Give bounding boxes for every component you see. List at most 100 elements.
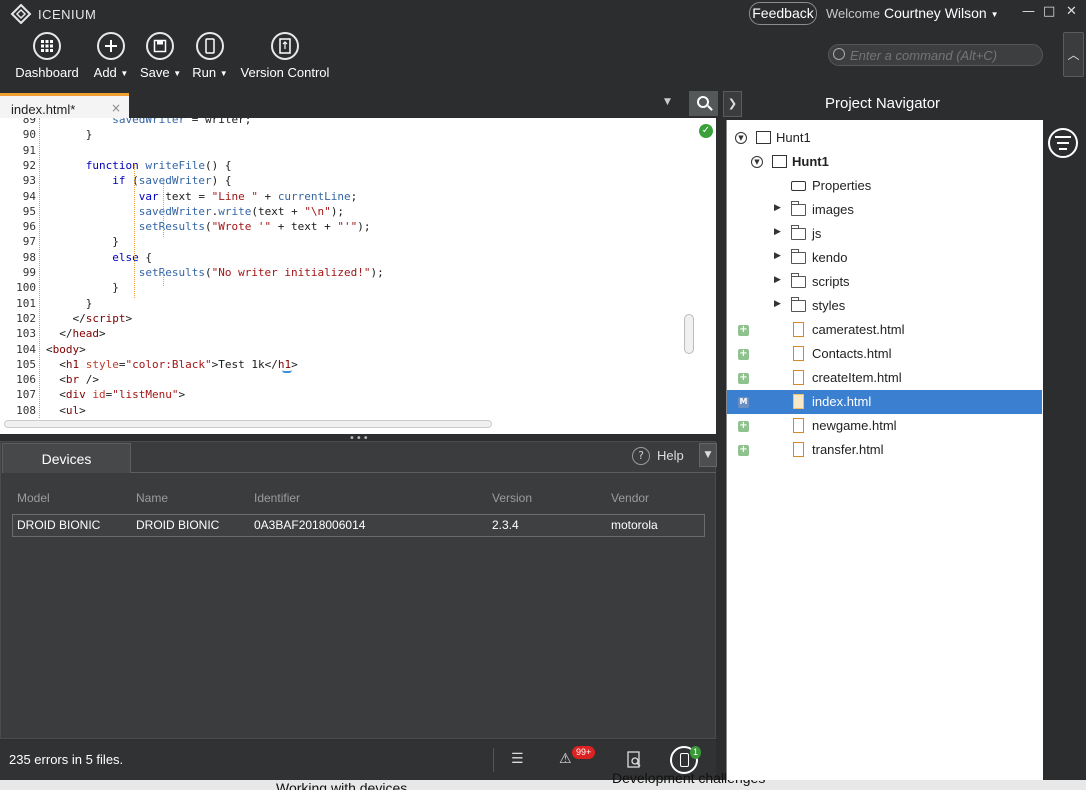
code-line: 102 </script> [0, 311, 690, 326]
add-button[interactable]: Add ▼ [92, 32, 130, 80]
expand-arrow-icon[interactable]: ▶ [774, 203, 781, 213]
code-line: 107 <div id="listMenu"> [0, 387, 690, 402]
add-label: Add [93, 65, 117, 80]
added-status-icon: + [738, 420, 749, 432]
panel-options-chevron-icon[interactable]: ▼ [699, 443, 717, 467]
tree-item-transfer-html[interactable]: + transfer.html [727, 438, 1042, 462]
folder-icon [791, 249, 806, 264]
cursor-marker [282, 370, 292, 373]
version-control-button[interactable]: Version Control [238, 32, 332, 80]
expand-arrow-icon[interactable]: ▶ [774, 275, 781, 285]
error-summary: 235 errors in 5 files. [9, 752, 124, 767]
code-line: 96 setResults("Wrote '" + text + "'"); [0, 219, 690, 234]
collapse-toolbar-button[interactable]: ︿ [1063, 32, 1084, 77]
tree-item-kendo[interactable]: ▶ kendo [727, 246, 1042, 270]
warning-icon[interactable]: ⚠ [559, 751, 572, 767]
code-text: var text = "Line " + currentLine; [138, 189, 358, 203]
code-line: 94 var text = "Line " + currentLine; [0, 189, 690, 204]
collapse-icon[interactable]: ▼ [751, 156, 763, 168]
editor-vertical-scrollbar[interactable] [684, 314, 694, 354]
code-line: 90 } [0, 127, 690, 142]
tree-item-label: index.html [812, 394, 872, 409]
close-window-button[interactable]: ✕ [1066, 4, 1077, 19]
tree-item-images[interactable]: ▶ images [727, 198, 1042, 222]
tree-item-hunt1[interactable]: ▼ Hunt1 [727, 150, 1042, 174]
tree-item-contacts-html[interactable]: + Contacts.html [727, 342, 1042, 366]
column-header-model[interactable]: Model [17, 491, 50, 505]
code-editor[interactable]: 89 savedWriter = writer; 90 } 91 92 functio… [0, 118, 716, 434]
feedback-button[interactable]: Feedback [749, 2, 817, 25]
tab-devices[interactable]: Devices [2, 443, 131, 473]
column-header-vendor[interactable]: Vendor [611, 491, 649, 505]
tree-item-label: cameratest.html [812, 322, 905, 337]
code-line: 106 <br /> [0, 372, 690, 387]
added-status-icon: + [738, 372, 749, 384]
dashboard-button[interactable]: Dashboard [14, 32, 80, 80]
added-status-icon: + [738, 444, 749, 456]
tree-item-label: styles [812, 298, 846, 313]
code-text: setResults("Wrote '" + text + "'"); [138, 220, 371, 234]
column-header-name[interactable]: Name [136, 491, 168, 505]
added-status-icon: + [738, 324, 749, 336]
app-title: ICENIUM [38, 6, 97, 22]
tree-item-properties[interactable]: Properties [727, 174, 1042, 198]
tree-item-hunt1[interactable]: ▼ Hunt1 [727, 126, 1042, 150]
line-number: 92 [22, 158, 36, 172]
editor-horizontal-scrollbar[interactable] [4, 420, 492, 428]
code-text: else { [112, 250, 152, 264]
code-line: 103 </head> [0, 326, 690, 341]
tree-item-createitem-html[interactable]: + createItem.html [727, 366, 1042, 390]
device-name: DROID BIONIC [136, 518, 220, 532]
chevron-down-icon: ▼ [120, 69, 129, 78]
editor-search-button[interactable] [689, 91, 718, 116]
line-number: 99 [22, 266, 36, 279]
code-text: <div id="listMenu"> [46, 388, 186, 402]
tab-label: index.html* [11, 102, 76, 117]
column-header-version[interactable]: Version [492, 491, 532, 505]
command-input[interactable] [828, 44, 1043, 66]
tree-item-label: scripts [812, 274, 850, 289]
modified-status-icon: M [738, 397, 749, 408]
dashboard-icon [33, 32, 61, 60]
close-tab-icon[interactable]: × [111, 101, 121, 115]
tree-item-label: createItem.html [812, 370, 902, 385]
tree-item-index-html[interactable]: Mindex.html [727, 390, 1042, 414]
dashboard-label: Dashboard [15, 65, 79, 80]
collapse-navigator-button[interactable]: ❯ [723, 91, 742, 117]
run-button[interactable]: Run ▼ [191, 32, 229, 80]
tab-index-html[interactable]: index.html* × [0, 93, 129, 120]
collapse-icon[interactable]: ▼ [735, 132, 747, 144]
column-header-identifier[interactable]: Identifier [254, 491, 300, 505]
tree-item-label: Properties [812, 178, 872, 193]
document-search-icon[interactable] [627, 751, 643, 769]
code-text: function writeFile() { [85, 158, 232, 172]
tree-item-styles[interactable]: ▶ styles [727, 294, 1042, 318]
save-button[interactable]: Save ▼ [140, 32, 181, 80]
tree-item-label: newgame.html [812, 418, 897, 433]
code-text: setResults("No writer initialized!"); [138, 266, 384, 279]
user-menu[interactable]: Courtney Wilson ▼ [884, 5, 999, 21]
list-icon[interactable]: ☰ [511, 751, 524, 767]
background-link-left: Working with devices [276, 780, 408, 790]
code-text: <body> [46, 342, 86, 356]
expand-arrow-icon[interactable]: ▶ [774, 299, 781, 309]
tree-item-js[interactable]: ▶ js [727, 222, 1042, 246]
tree-item-cameratest-html[interactable]: + cameratest.html [727, 318, 1042, 342]
device-model: DROID BIONIC [17, 518, 101, 532]
code-text: savedWriter.write(text + "\n"); [138, 204, 345, 218]
tab-list-dropdown-icon[interactable]: ▼ [664, 97, 671, 107]
code-text: </script> [46, 311, 133, 325]
maximize-button[interactable]: □ [1043, 4, 1055, 19]
help-link[interactable]: Help [657, 448, 684, 463]
expand-arrow-icon[interactable]: ▶ [774, 227, 781, 237]
code-text: } [46, 281, 119, 295]
code-line: 91 [0, 143, 690, 158]
help-icon[interactable]: ? [632, 447, 650, 465]
html-file-icon [793, 418, 804, 433]
tree-item-scripts[interactable]: ▶ scripts [727, 270, 1042, 294]
tree-item-label: Hunt1 [776, 130, 811, 145]
minimize-button[interactable]: — [1022, 4, 1035, 19]
line-number: 100 [16, 281, 36, 295]
expand-arrow-icon[interactable]: ▶ [774, 251, 781, 261]
tree-item-newgame-html[interactable]: + newgame.html [727, 414, 1042, 438]
